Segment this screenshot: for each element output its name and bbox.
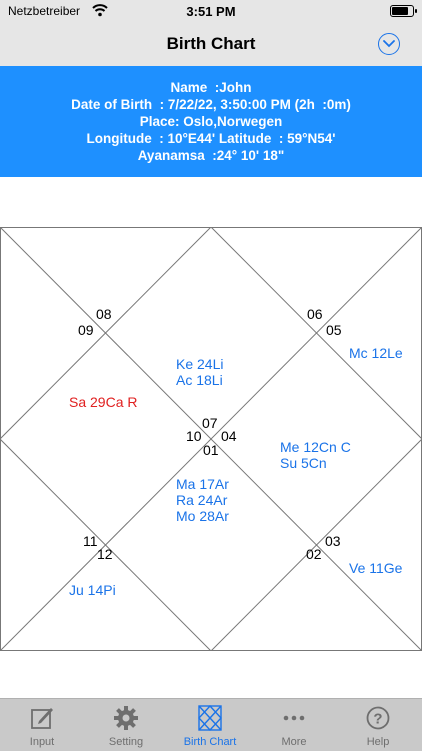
- house-number-04: 04: [221, 428, 237, 444]
- tab-bar: Input Setting Birth Chart More ? Help: [0, 698, 422, 751]
- page-title: Birth Chart: [166, 34, 256, 53]
- tab-setting[interactable]: Setting: [84, 699, 168, 751]
- planet-ac: Ac 18Li: [176, 372, 223, 388]
- tab-help[interactable]: ? Help: [336, 699, 420, 751]
- tab-help-label: Help: [366, 736, 390, 748]
- more-icon: [283, 715, 305, 721]
- chart-grid-icon: [198, 705, 222, 731]
- house-number-06: 06: [307, 306, 323, 322]
- tab-setting-label: Setting: [108, 736, 144, 748]
- planet-ma: Ma 17Ar: [176, 476, 229, 492]
- planet-sa: Sa 29Ca R: [69, 394, 137, 410]
- planet-me: Me 12Cn C: [280, 439, 351, 455]
- svg-text:?: ?: [373, 711, 382, 728]
- planet-ra: Ra 24Ar: [176, 492, 228, 508]
- navigation-bar: Birth Chart: [0, 24, 422, 66]
- house-number-08: 08: [96, 306, 112, 322]
- chevron-down-icon: [383, 40, 395, 48]
- battery-icon: [390, 5, 417, 17]
- house-number-11: 11: [83, 533, 98, 549]
- date-of-birth-line: Date of Birth : 7/22/22, 3:50:00 PM (2h …: [71, 97, 351, 112]
- gear-icon: [114, 706, 138, 730]
- name-line: Name :John: [170, 80, 252, 95]
- house-number-09: 09: [78, 322, 94, 338]
- planet-mc: Mc 12Le: [349, 345, 403, 361]
- ayanamsa-line: Ayanamsa :24° 10' 18": [137, 148, 285, 163]
- birth-info-panel: Name :John Date of Birth : 7/22/22, 3:50…: [0, 66, 422, 177]
- clock: 3:51 PM: [186, 4, 236, 19]
- planet-su: Su 5Cn: [280, 455, 327, 471]
- tab-input[interactable]: Input: [0, 699, 84, 751]
- chart-diagram: 08 09 06 05 07 10 04 01 11 12 03 02 Mc 1…: [0, 226, 422, 652]
- planet-ve: Ve 11Ge: [349, 560, 403, 576]
- help-icon: ?: [366, 706, 390, 730]
- status-bar: Netzbetreiber 3:51 PM: [0, 0, 422, 24]
- place-line: Place: Oslo,Norwegen: [139, 114, 283, 129]
- house-number-10: 10: [186, 428, 202, 444]
- tab-input-label: Input: [29, 736, 55, 748]
- coordinates-line: Longitude : 10°E44' Latitude : 59°N54': [86, 131, 336, 146]
- planet-mo: Mo 28Ar: [176, 508, 229, 524]
- dropdown-button[interactable]: [378, 33, 400, 55]
- house-number-12: 12: [97, 546, 113, 562]
- planet-ju: Ju 14Pi: [69, 582, 116, 598]
- house-number-01: 01: [203, 442, 219, 458]
- edit-icon: [31, 708, 53, 729]
- tab-more[interactable]: More: [252, 699, 336, 751]
- house-number-07: 07: [202, 415, 218, 431]
- tab-birth-chart-label: Birth Chart: [183, 736, 237, 748]
- house-number-05: 05: [326, 322, 342, 338]
- house-number-02: 02: [306, 546, 322, 562]
- tab-more-label: More: [281, 736, 307, 748]
- planet-ke: Ke 24Li: [176, 356, 223, 372]
- birth-chart[interactable]: 08 09 06 05 07 10 04 01 11 12 03 02 Mc 1…: [0, 226, 422, 656]
- house-number-03: 03: [325, 533, 341, 549]
- tab-birth-chart[interactable]: Birth Chart: [168, 699, 252, 751]
